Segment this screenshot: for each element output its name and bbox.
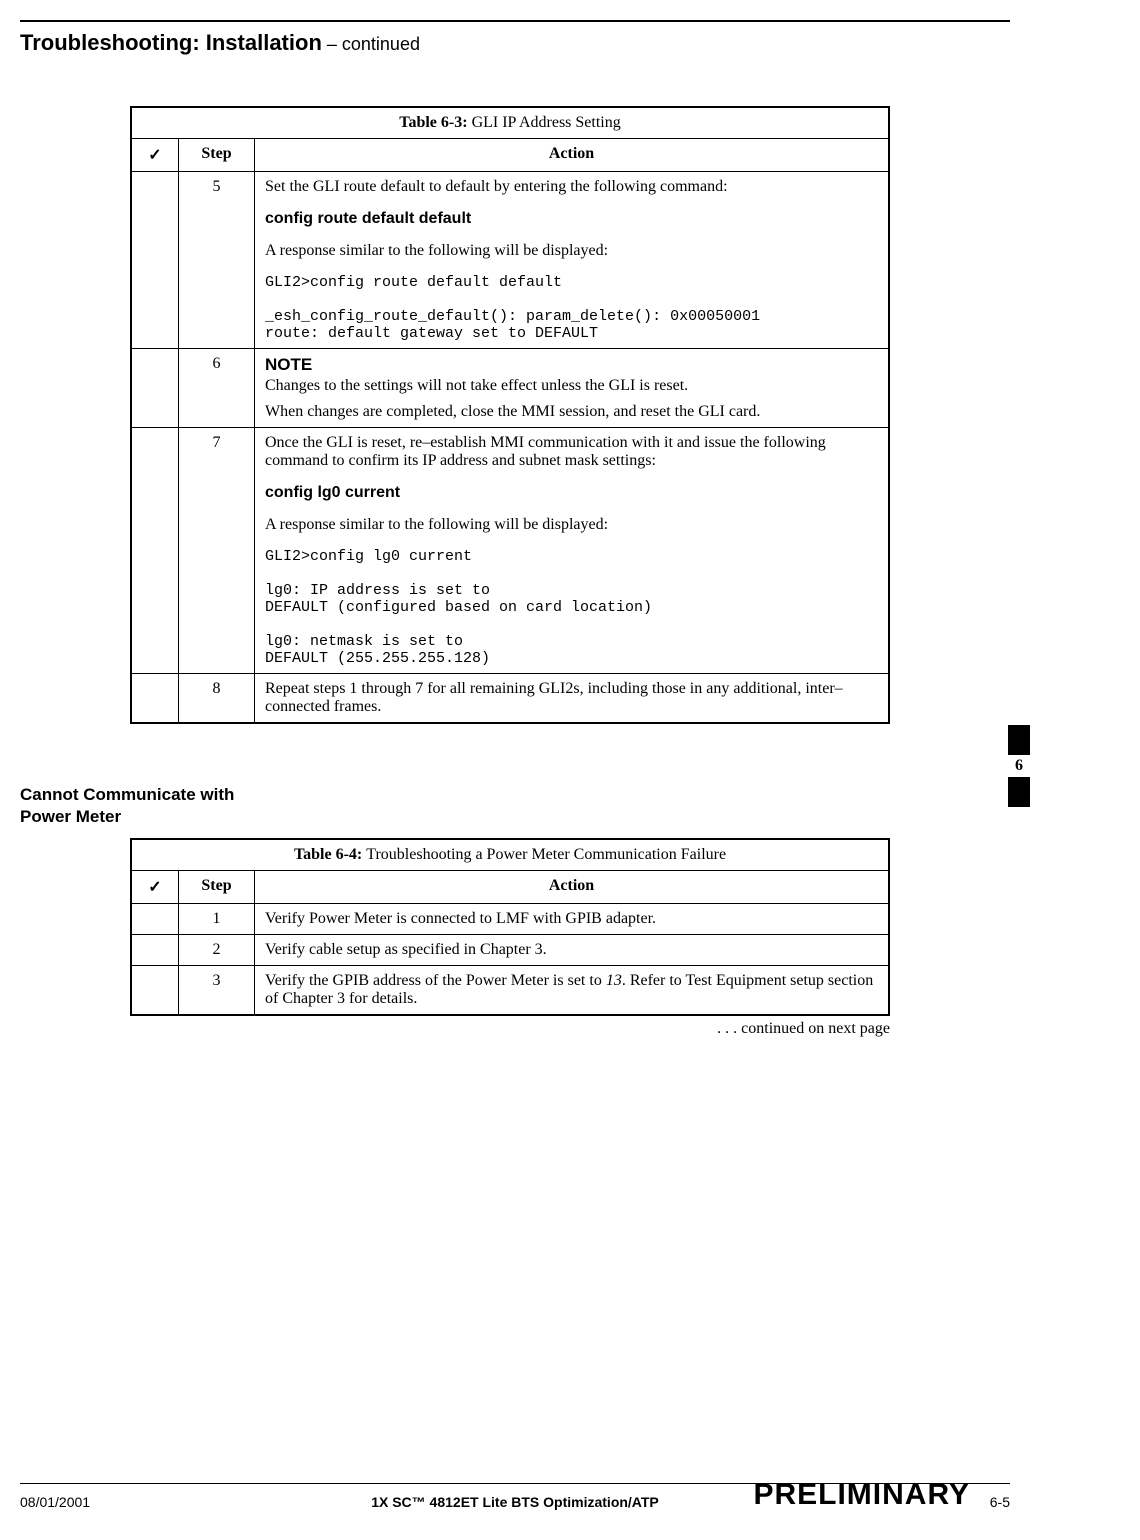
action-cell: Set the GLI route default to default by … (255, 172, 890, 349)
action-text-em: 13 (606, 972, 622, 989)
col-check-header: ✓ (131, 871, 179, 904)
note-label: NOTE (265, 355, 878, 375)
chapter-tab: 6 (1008, 725, 1030, 807)
table-row: 8 Repeat steps 1 through 7 for all remai… (131, 674, 889, 724)
title-main: Troubleshooting: Installation (20, 30, 322, 55)
check-cell (131, 935, 179, 966)
action-text: Repeat steps 1 through 7 for all remaini… (265, 680, 878, 716)
action-text: Set the GLI route default to default by … (265, 178, 878, 196)
col-step-header: Step (179, 871, 255, 904)
step-cell: 3 (179, 966, 255, 1016)
step-cell: 5 (179, 172, 255, 349)
step-cell: 1 (179, 904, 255, 935)
table-row: 5 Set the GLI route default to default b… (131, 172, 889, 349)
page-footer: 08/01/2001 1X SC™ 4812ET Lite BTS Optimi… (20, 1483, 1010, 1530)
step-cell: 8 (179, 674, 255, 724)
col-action-header: Action (255, 139, 890, 172)
table-6-3-title-prefix: Table 6-3: (399, 114, 471, 131)
table-6-4: Table 6-4: Troubleshooting a Power Meter… (130, 838, 890, 1016)
check-cell (131, 172, 179, 349)
check-cell (131, 674, 179, 724)
action-cell: Once the GLI is reset, re–establish MMI … (255, 428, 890, 674)
step-cell: 2 (179, 935, 255, 966)
section-heading-power-meter: Cannot Communicate with Power Meter (20, 784, 1010, 828)
step-cell: 6 (179, 349, 255, 428)
action-text: Once the GLI is reset, re–establish MMI … (265, 434, 878, 470)
section-heading-line1: Cannot Communicate with (20, 785, 234, 804)
table-row: 7 Once the GLI is reset, re–establish MM… (131, 428, 889, 674)
table-6-4-title: Table 6-4: Troubleshooting a Power Meter… (131, 839, 889, 871)
continued-on-next-page: . . . continued on next page (20, 1020, 890, 1038)
action-text: When changes are completed, close the MM… (265, 403, 878, 421)
terminal-output: GLI2>config route default default _esh_c… (265, 274, 878, 342)
tab-block-bottom (1008, 777, 1030, 807)
table-row: 1 Verify Power Meter is connected to LMF… (131, 904, 889, 935)
command-text: config route default default (265, 210, 878, 228)
action-text: Changes to the settings will not take ef… (265, 377, 878, 395)
action-cell: NOTE Changes to the settings will not ta… (255, 349, 890, 428)
command-text: config lg0 current (265, 484, 878, 502)
footer-preliminary-watermark: PRELIMINARY (753, 1478, 970, 1512)
action-text: A response similar to the following will… (265, 242, 878, 260)
action-cell: Verify cable setup as specified in Chapt… (255, 935, 890, 966)
footer-page-number: 6-5 (990, 1494, 1010, 1510)
table-row: 6 NOTE Changes to the settings will not … (131, 349, 889, 428)
page-title: Troubleshooting: Installation – continue… (20, 30, 1010, 56)
action-cell: Repeat steps 1 through 7 for all remaini… (255, 674, 890, 724)
col-action-header: Action (255, 871, 890, 904)
col-check-header: ✓ (131, 139, 179, 172)
table-6-3-title-rest: GLI IP Address Setting (472, 114, 621, 131)
col-step-header: Step (179, 139, 255, 172)
title-continued: – continued (322, 34, 420, 54)
check-cell (131, 966, 179, 1016)
page: Troubleshooting: Installation – continue… (0, 0, 1140, 1530)
table-row: 2 Verify cable setup as specified in Cha… (131, 935, 889, 966)
terminal-output: GLI2>config lg0 current lg0: IP address … (265, 548, 878, 667)
tab-number: 6 (1008, 755, 1030, 777)
action-cell: Verify the GPIB address of the Power Met… (255, 966, 890, 1016)
table-row: 3 Verify the GPIB address of the Power M… (131, 966, 889, 1016)
step-cell: 7 (179, 428, 255, 674)
table-6-3: Table 6-3: GLI IP Address Setting ✓ Step… (130, 106, 890, 724)
action-text-pre: Verify the GPIB address of the Power Met… (265, 972, 606, 989)
table-6-4-title-rest: Troubleshooting a Power Meter Communicat… (366, 846, 726, 863)
top-rule (20, 20, 1010, 22)
section-heading-line2: Power Meter (20, 807, 121, 826)
action-text: A response similar to the following will… (265, 516, 878, 534)
action-cell: Verify Power Meter is connected to LMF w… (255, 904, 890, 935)
table-6-4-title-prefix: Table 6-4: (294, 846, 366, 863)
check-cell (131, 349, 179, 428)
check-cell (131, 904, 179, 935)
check-cell (131, 428, 179, 674)
table-6-3-title: Table 6-3: GLI IP Address Setting (131, 107, 889, 139)
tab-block-top (1008, 725, 1030, 755)
